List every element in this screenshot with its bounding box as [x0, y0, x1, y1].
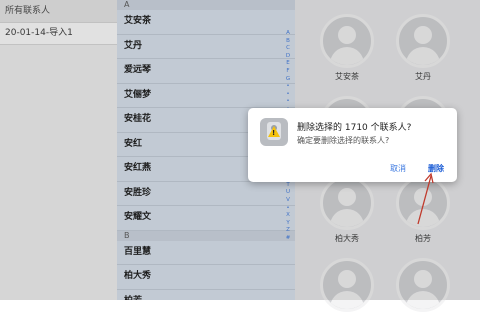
cancel-button[interactable]: 取消: [390, 163, 406, 174]
dialog-title: 删除选择的 1710 个联系人?: [297, 123, 412, 133]
annotation-arrow: [417, 172, 434, 225]
dialog-message: 确定要删除选择的联系人?: [297, 136, 390, 145]
